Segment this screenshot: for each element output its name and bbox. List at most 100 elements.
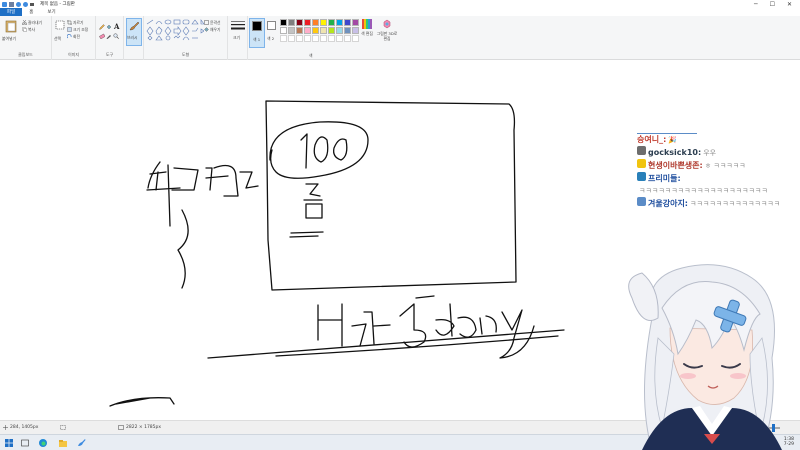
eraser-icon[interactable]	[99, 33, 105, 39]
chat-message: 겨울강아지: ㅋㅋㅋㅋㅋㅋㅋㅋㅋㅋㅋㅋㅋㅋ	[637, 197, 797, 210]
palette-swatch[interactable]	[296, 19, 303, 26]
shapes-gallery[interactable]	[146, 19, 204, 41]
rotate-label: 회전	[73, 34, 80, 39]
edit-colors-button[interactable]: 색 편집	[360, 18, 374, 48]
fill-icon[interactable]	[106, 24, 112, 30]
drawn-oval	[269, 121, 369, 179]
copy-icon	[22, 27, 27, 32]
palette-swatch[interactable]	[304, 27, 311, 34]
color-picker-icon[interactable]	[106, 33, 112, 39]
palette-swatch[interactable]	[344, 19, 351, 26]
color1-button[interactable]: 색 1	[249, 18, 265, 48]
edit-colors-label: 색 편집	[361, 31, 373, 36]
task-view-icon[interactable]	[20, 438, 30, 448]
palette-swatch[interactable]	[336, 27, 343, 34]
windows-start-icon[interactable]	[4, 438, 14, 448]
crop-icon	[67, 20, 72, 25]
size-button[interactable]: 크기	[230, 19, 246, 47]
shape-fill-label[interactable]: 채우기	[210, 27, 220, 33]
palette-swatch[interactable]	[328, 27, 335, 34]
shape-fill-icon[interactable]	[204, 27, 209, 32]
chevron-down-icon[interactable]	[30, 2, 34, 6]
palette-custom-slot[interactable]	[304, 35, 311, 42]
drawn-underline-small	[289, 231, 324, 238]
paste-button[interactable]: 붙여넣기	[2, 19, 18, 45]
palette-custom-slot[interactable]	[280, 35, 287, 42]
file-explorer-icon[interactable]	[58, 438, 68, 448]
stream-chat: 승여니_: 🎉 gocksick10: 우우 현생이바쁜생존: ㅎ ㅋㅋㅋㅋㅋ …	[637, 128, 797, 210]
palette-swatch[interactable]	[336, 19, 343, 26]
line-size-icon	[231, 21, 245, 30]
chat-badge-icon	[637, 172, 646, 181]
palette-custom-slot[interactable]	[336, 35, 343, 42]
window-title: 제목 없음 - 그림판	[40, 2, 75, 7]
resize-button[interactable]: 크기 조정	[67, 27, 95, 33]
pencil-icon[interactable]	[99, 24, 105, 30]
tab-home[interactable]: 홈	[22, 8, 40, 16]
copy-button[interactable]: 복사	[22, 27, 50, 33]
palette-swatch[interactable]	[344, 27, 351, 34]
shape-outline-icon[interactable]	[204, 20, 209, 25]
magnifier-icon[interactable]	[113, 33, 119, 39]
edge-browser-icon[interactable]	[38, 438, 48, 448]
select-label: 선택	[54, 36, 61, 41]
color2-button[interactable]: 색 2	[266, 18, 278, 48]
color-palette	[280, 19, 360, 47]
paint-taskbar-icon[interactable]	[76, 438, 86, 448]
cursor-position: 284, 1405px	[3, 425, 38, 430]
select-button[interactable]: 선택	[54, 19, 66, 45]
palette-swatch[interactable]	[352, 27, 359, 34]
drawn-bottom-text	[317, 295, 535, 359]
image-group: 선택 자르기 크기 조정 회전 이미지	[52, 16, 96, 60]
palette-custom-slot[interactable]	[320, 35, 327, 42]
chat-message: gocksick10: 우우	[637, 146, 797, 159]
save-icon[interactable]	[9, 1, 14, 7]
canvas-size-icon	[118, 425, 124, 430]
paint-window: 제목 없음 - 그림판 ─ ☐ ✕ 파일 홈 보기 붙여넣기 잘라내기 복사 클…	[0, 0, 800, 450]
tools-group-label: 도구	[105, 52, 114, 57]
crop-button[interactable]: 자르기	[67, 20, 95, 26]
palette-swatch[interactable]	[312, 27, 319, 34]
close-button[interactable]: ✕	[787, 1, 792, 8]
cut-button[interactable]: 잘라내기	[22, 20, 50, 26]
text-icon[interactable]: A	[114, 22, 119, 31]
chat-username: 승여니_:	[637, 135, 667, 144]
maximize-button[interactable]: ☐	[770, 1, 775, 8]
brush-button[interactable]: 브러시	[126, 18, 142, 46]
crosshair-icon	[3, 425, 8, 430]
palette-swatch[interactable]	[280, 19, 287, 26]
palette-swatch[interactable]	[320, 27, 327, 34]
palette-custom-slot[interactable]	[296, 35, 303, 42]
shape-outline-label[interactable]: 윤곽선	[210, 20, 220, 26]
paint3d-button[interactable]: 그림판 3D로 편집	[376, 18, 398, 48]
undo-icon[interactable]	[16, 1, 21, 7]
palette-custom-slot[interactable]	[288, 35, 295, 42]
chat-text: ㅎ ㅋㅋㅋㅋㅋ	[704, 162, 746, 170]
tab-view[interactable]: 보기	[40, 8, 62, 16]
palette-custom-slot[interactable]	[312, 35, 319, 42]
palette-swatch[interactable]	[296, 27, 303, 34]
palette-swatch[interactable]	[288, 27, 295, 34]
palette-swatch[interactable]	[312, 19, 319, 26]
rotate-button[interactable]: 회전	[67, 34, 95, 40]
chat-username: 겨울강아지:	[648, 199, 688, 208]
palette-custom-slot[interactable]	[352, 35, 359, 42]
minimize-button[interactable]: ─	[754, 1, 758, 8]
palette-swatch[interactable]	[304, 19, 311, 26]
palette-swatch[interactable]	[352, 19, 359, 26]
redo-icon[interactable]	[23, 1, 28, 7]
palette-custom-slot[interactable]	[344, 35, 351, 42]
tools-group: A 도구	[96, 16, 124, 60]
chat-message: 승여니_: 🎉	[637, 134, 797, 146]
palette-swatch[interactable]	[320, 19, 327, 26]
palette-swatch[interactable]	[288, 19, 295, 26]
palette-custom-slot[interactable]	[328, 35, 335, 42]
chat-badge-icon	[637, 146, 646, 155]
palette-swatch[interactable]	[328, 19, 335, 26]
paint3d-label: 그림판 3D로 편집	[376, 31, 398, 41]
tab-file[interactable]: 파일	[0, 8, 23, 16]
palette-swatch[interactable]	[280, 27, 287, 34]
drawn-100	[300, 133, 348, 169]
chat-text: ㅋㅋㅋㅋㅋㅋㅋㅋㅋㅋㅋㅋㅋㅋ	[690, 200, 781, 208]
canvas-size-text: 2822 × 1785px	[126, 425, 162, 430]
